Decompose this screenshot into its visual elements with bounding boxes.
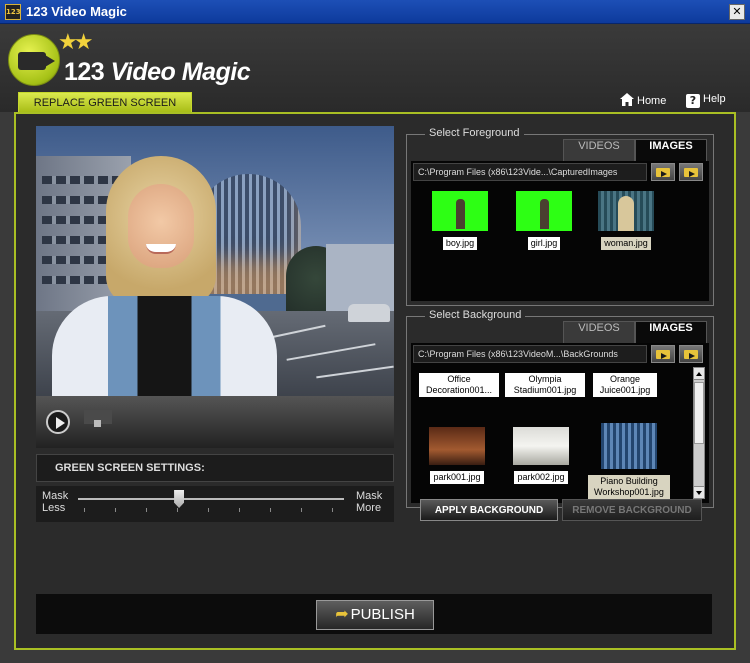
- home-link[interactable]: Home: [620, 93, 666, 109]
- fg-thumb-girl[interactable]: girl.jpg: [509, 191, 579, 251]
- foreground-path: C:\Program Files (x86\123Vide...\Capture…: [413, 163, 647, 181]
- mask-less-label: Mask Less: [42, 490, 69, 514]
- bg-thumb-label: Piano Building Workshop001.jpg: [588, 475, 670, 499]
- seek-handle[interactable]: [84, 410, 112, 427]
- bg-browse-folder-icon[interactable]: [651, 345, 675, 363]
- bg-thumb-park001[interactable]: park001.jpg: [425, 427, 489, 485]
- bg-item-label: Orange Juice001.jpg: [593, 373, 657, 397]
- bottom-bar: ➦ PUBLISH: [36, 594, 712, 634]
- bg-thumb-label: park001.jpg: [430, 471, 484, 484]
- camera-icon: [18, 52, 46, 70]
- mask-slider-ticks: [84, 508, 338, 512]
- background-image-pane: C:\Program Files (x86\123VideoM...\BackG…: [411, 343, 709, 503]
- bg-scrollbar[interactable]: [693, 367, 705, 499]
- bg-item-office[interactable]: Office Decoration001...: [419, 373, 499, 398]
- tab-replace-green-screen[interactable]: REPLACE GREEN SCREEN: [18, 92, 192, 112]
- bg-thumb-label: park002.jpg: [514, 471, 568, 484]
- bg-tab-images[interactable]: IMAGES: [635, 321, 707, 343]
- video-preview: [36, 126, 394, 396]
- foreground-legend: Select Foreground: [425, 127, 524, 139]
- background-legend: Select Background: [425, 309, 526, 321]
- car-image: [348, 304, 390, 322]
- window-title: 123 Video Magic: [26, 4, 127, 19]
- fg-open-folder-icon[interactable]: [679, 163, 703, 181]
- fg-thumb-boy[interactable]: boy.jpg: [425, 191, 495, 251]
- bg-item-label: Office Decoration001...: [419, 373, 499, 397]
- fg-thumb-label: boy.jpg: [442, 237, 478, 250]
- publish-button[interactable]: ➦ PUBLISH: [316, 600, 434, 630]
- fg-tab-images[interactable]: IMAGES: [635, 139, 707, 161]
- person-body: [52, 296, 277, 396]
- stars-icon: ★★: [58, 30, 94, 55]
- fg-thumb-label: woman.jpg: [601, 237, 651, 250]
- bg-thumb-park002[interactable]: park002.jpg: [509, 427, 573, 485]
- scroll-up-icon[interactable]: [694, 368, 704, 380]
- help-icon: ?: [686, 94, 700, 108]
- apply-background-button[interactable]: APPLY BACKGROUND: [420, 499, 558, 521]
- close-button[interactable]: ✕: [729, 4, 745, 20]
- main-panel: GREEN SCREEN SETTINGS: Mask Less Mask Mo…: [14, 112, 736, 650]
- bg-item-olympia[interactable]: Olympia Stadium001.jpg: [505, 373, 585, 398]
- logo-number: 123: [64, 58, 105, 86]
- select-foreground-panel: Select Foreground VIDEOS IMAGES C:\Progr…: [406, 127, 714, 306]
- app-icon: 123: [5, 4, 21, 20]
- fg-browse-folder-icon[interactable]: [651, 163, 675, 181]
- fg-tab-videos[interactable]: VIDEOS: [563, 139, 635, 161]
- video-controls: [36, 396, 394, 448]
- mask-slider-track[interactable]: [78, 498, 344, 500]
- person-face: [128, 184, 194, 268]
- title-bar: 123 123 Video Magic ✕: [0, 0, 750, 24]
- help-link[interactable]: ? Help: [686, 93, 726, 108]
- scroll-down-icon[interactable]: [694, 486, 704, 498]
- home-label: Home: [637, 95, 667, 107]
- publish-arrow-icon: ➦: [335, 604, 349, 623]
- home-icon: [620, 93, 634, 109]
- bg-tab-videos[interactable]: VIDEOS: [563, 321, 635, 343]
- mask-slider-row: Mask Less Mask More: [36, 486, 394, 522]
- fg-thumb-woman[interactable]: woman.jpg: [591, 191, 661, 251]
- bg-thumb-piano-building[interactable]: Piano Building Workshop001.jpg: [587, 423, 671, 500]
- logo-wordmark: 123 Video Magic: [64, 58, 251, 87]
- publish-label: PUBLISH: [350, 606, 415, 623]
- green-screen-settings-header: GREEN SCREEN SETTINGS:: [36, 454, 394, 482]
- help-label: Help: [703, 93, 726, 105]
- scroll-thumb[interactable]: [694, 382, 704, 444]
- select-background-panel: Select Background VIDEOS IMAGES C:\Progr…: [406, 309, 714, 508]
- bg-open-folder-icon[interactable]: [679, 345, 703, 363]
- bg-item-label: Olympia Stadium001.jpg: [505, 373, 585, 397]
- play-button[interactable]: [46, 410, 70, 434]
- remove-background-button[interactable]: REMOVE BACKGROUND: [562, 499, 702, 521]
- background-path: C:\Program Files (x86\123VideoM...\BackG…: [413, 345, 647, 363]
- mask-slider-thumb[interactable]: [174, 490, 185, 508]
- logo-name: Video Magic: [104, 58, 251, 86]
- foreground-image-pane: C:\Program Files (x86\123Vide...\Capture…: [411, 161, 709, 301]
- fg-thumb-label: girl.jpg: [527, 237, 561, 250]
- mask-more-label: Mask More: [356, 490, 383, 514]
- bg-item-orange[interactable]: Orange Juice001.jpg: [593, 373, 657, 398]
